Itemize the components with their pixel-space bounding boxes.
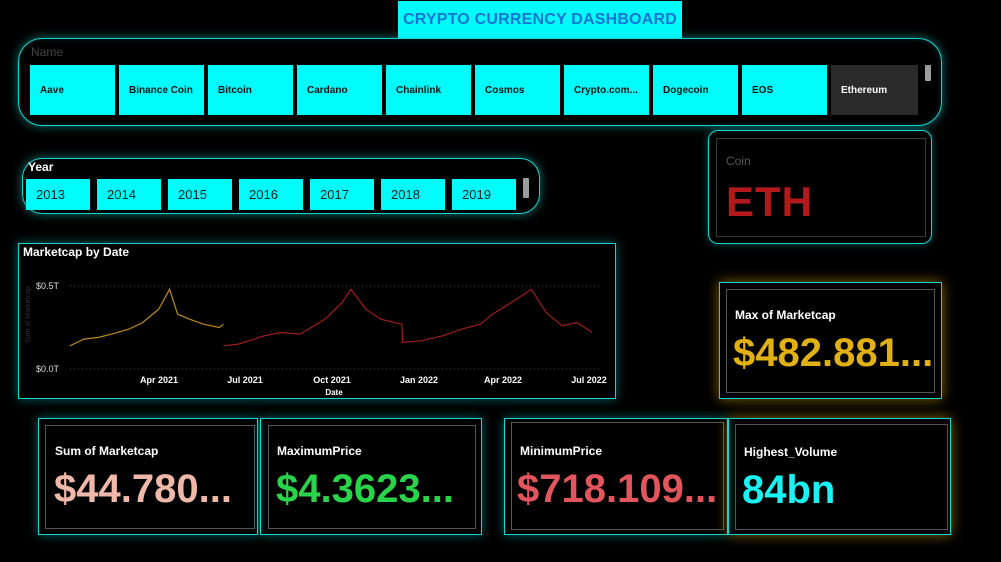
dashboard-title: CRYPTO CURRENCY DASHBOARD: [398, 1, 682, 38]
name-tile-ethereum[interactable]: Ethereum: [831, 65, 918, 115]
minimum-price-label: MinimumPrice: [520, 444, 603, 458]
series-line-1: [223, 288, 593, 347]
year-slicer-header: Year: [28, 160, 54, 174]
name-tile-binance-coin[interactable]: Binance Coin: [119, 65, 204, 115]
name-tile-cosmos[interactable]: Cosmos: [475, 65, 560, 115]
minimum-price-value: $718.109...: [517, 467, 718, 511]
max-marketcap-label: Max of Marketcap: [735, 308, 836, 322]
name-slicer-header: Name: [31, 45, 64, 59]
year-slicer-scrollbar[interactable]: [523, 178, 529, 198]
coin-label: Coin: [726, 154, 751, 168]
maximum-price-label: MaximumPrice: [277, 444, 362, 458]
x-tick-label: Jul 2021: [227, 375, 263, 385]
year-tile-2014[interactable]: 2014: [97, 179, 161, 210]
name-tile-eos[interactable]: EOS: [742, 65, 827, 115]
y-tick-label: $0.5T: [36, 281, 60, 291]
max-marketcap-value: $482.881...: [733, 331, 934, 375]
name-tile-bitcoin[interactable]: Bitcoin: [208, 65, 293, 115]
year-tile-2018[interactable]: 2018: [381, 179, 445, 210]
name-tile-aave[interactable]: Aave: [30, 65, 115, 115]
x-tick-label: Apr 2021: [140, 375, 178, 385]
highest-volume-value: 84bn: [742, 468, 836, 512]
y-tick-label: $0.0T: [36, 364, 60, 374]
series-line-0: [69, 287, 224, 347]
year-tile-2019[interactable]: 2019: [452, 179, 516, 210]
name-tile-cardano[interactable]: Cardano: [297, 65, 382, 115]
marketcap-line-chart: Marketcap by Date Sum of Marketcap $0.5T…: [23, 245, 607, 397]
year-tile-2015[interactable]: 2015: [168, 179, 232, 210]
chart-title: Marketcap by Date: [23, 245, 129, 259]
name-tile-crypto-com[interactable]: Crypto.com...: [564, 65, 649, 115]
chart-y-axis-label: Sum of Marketcap: [25, 286, 32, 343]
x-tick-label: Jul 2022: [571, 375, 607, 385]
chart-x-axis-label: Date: [325, 388, 343, 397]
x-tick-label: Oct 2021: [313, 375, 351, 385]
name-tile-dogecoin[interactable]: Dogecoin: [653, 65, 738, 115]
year-tile-2013[interactable]: 2013: [26, 179, 90, 210]
maximum-price-value: $4.3623...: [276, 467, 454, 511]
year-tile-2016[interactable]: 2016: [239, 179, 303, 210]
sum-marketcap-label: Sum of Marketcap: [55, 444, 159, 458]
sum-marketcap-value: $44.780...: [54, 467, 232, 511]
highest-volume-label: Highest_Volume: [744, 445, 838, 459]
name-tile-chainlink[interactable]: Chainlink: [386, 65, 471, 115]
year-tile-2017[interactable]: 2017: [310, 179, 374, 210]
x-tick-label: Apr 2022: [484, 375, 522, 385]
x-tick-label: Jan 2022: [400, 375, 438, 385]
name-slicer-scrollbar[interactable]: [925, 65, 931, 81]
coin-value: ETH: [726, 178, 813, 225]
